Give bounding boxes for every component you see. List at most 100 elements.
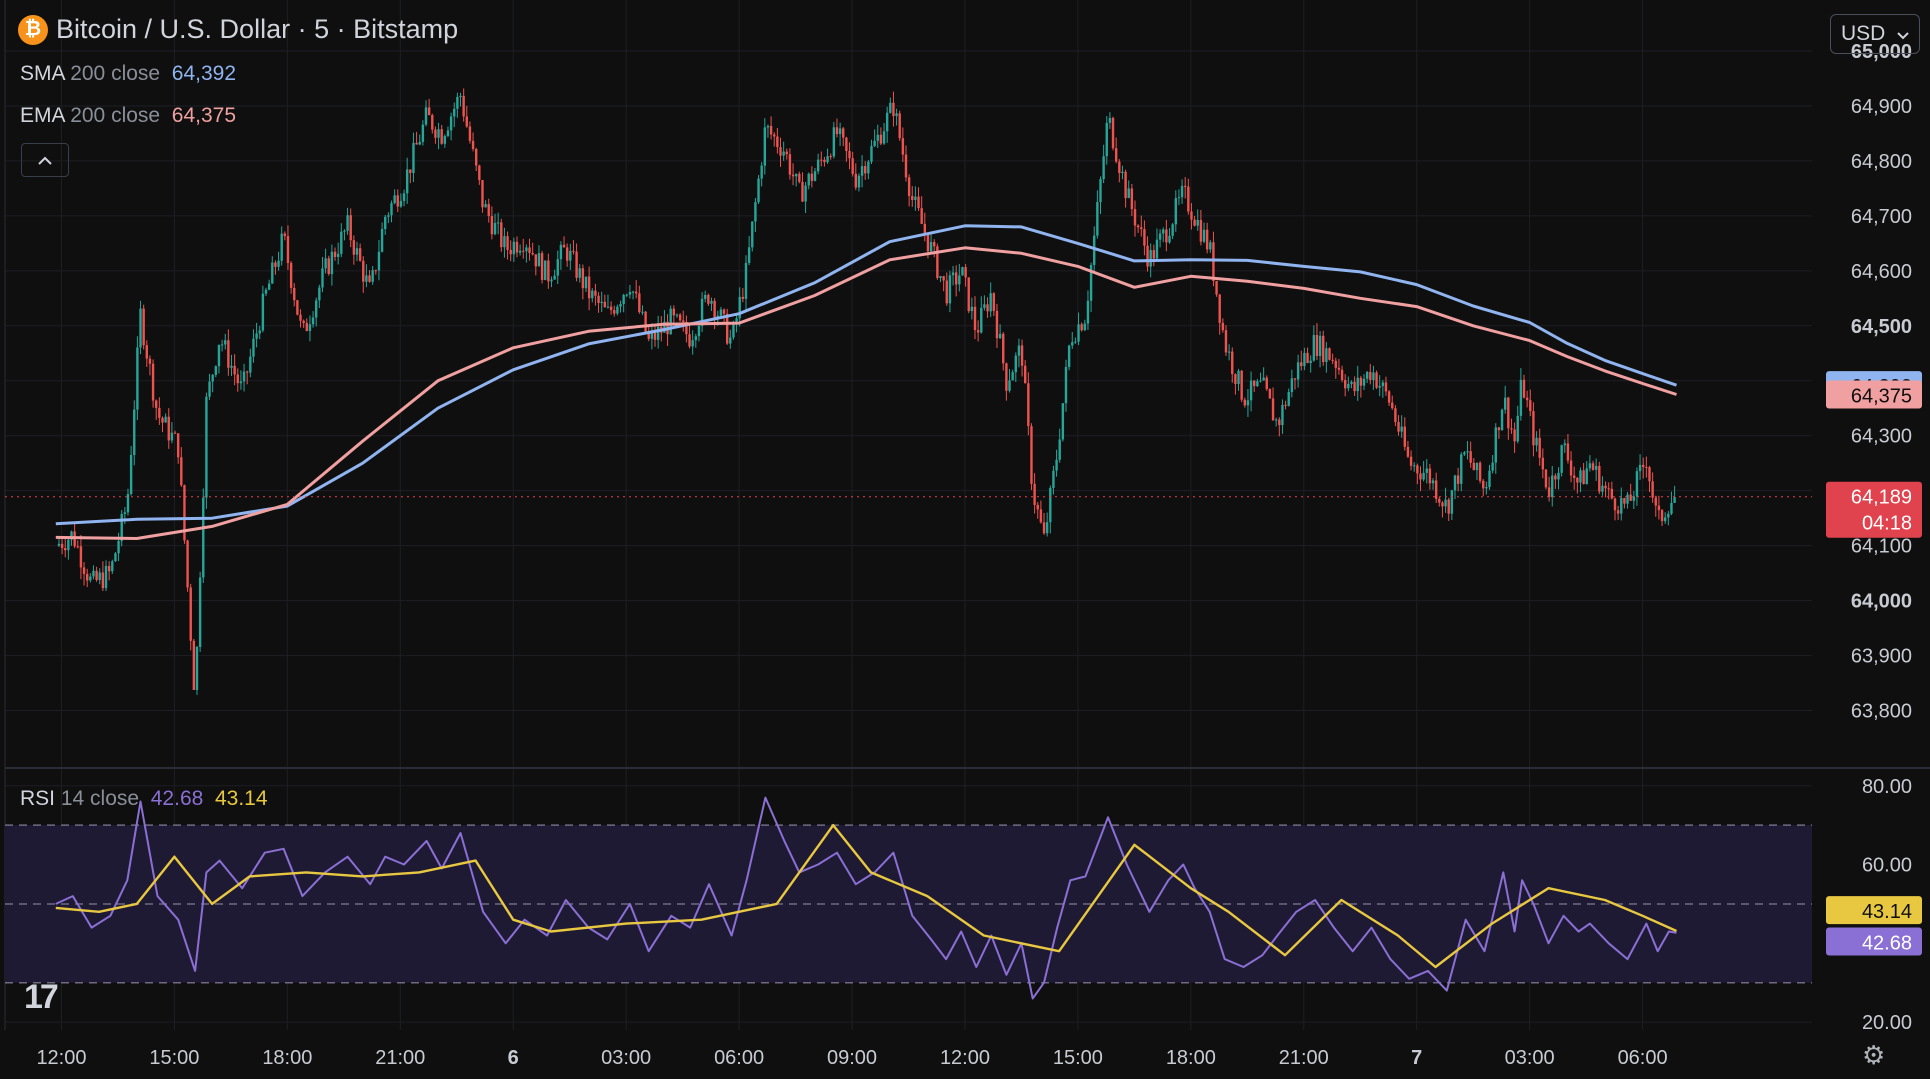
candle-body — [1005, 363, 1008, 391]
candle-body — [277, 260, 280, 267]
candle-body — [1265, 377, 1268, 390]
x-tick-label: 18:00 — [1166, 1047, 1216, 1069]
candle-body — [515, 241, 519, 253]
candle-body — [1588, 463, 1592, 469]
candle-body — [732, 322, 735, 338]
x-tick-label: 21:00 — [1279, 1047, 1329, 1069]
currency-select[interactable]: USD — [1830, 14, 1920, 54]
rsi-y-tick-label: 20.00 — [1862, 1012, 1912, 1034]
candle-body — [475, 148, 478, 166]
candle-body — [399, 200, 403, 207]
collapse-legend-button[interactable] — [21, 143, 69, 177]
candle-body — [744, 262, 748, 299]
candle-body — [537, 253, 541, 267]
candle-body — [1196, 219, 1199, 226]
candle-body — [161, 417, 164, 423]
candle-body — [123, 512, 127, 514]
candle-body — [973, 306, 977, 331]
candle-body — [1469, 451, 1472, 463]
candle-body — [534, 254, 538, 267]
candle-body — [634, 291, 638, 294]
candle-body — [1482, 480, 1485, 489]
candle-body — [804, 185, 807, 202]
candle-body — [1529, 400, 1532, 412]
candle-body — [1049, 487, 1052, 523]
candle-body — [145, 345, 148, 359]
candle-body — [747, 247, 751, 263]
candle-body — [456, 97, 459, 109]
candle-body — [1387, 391, 1391, 403]
candle-body — [983, 304, 986, 308]
candle-body — [415, 142, 418, 145]
candle-body — [613, 310, 616, 314]
candle-body — [286, 236, 290, 264]
sma-legend[interactable]: SMA 200 close 64,392 — [20, 62, 236, 86]
candle-body — [678, 314, 682, 321]
candle-body — [619, 303, 622, 307]
candle-body — [1369, 371, 1372, 381]
candle-body — [481, 180, 484, 208]
candle-body — [1158, 233, 1162, 240]
candle-body — [829, 156, 832, 158]
candle-body — [1337, 367, 1341, 370]
candle-body — [1020, 345, 1024, 366]
candle-body — [531, 252, 534, 255]
candle-body — [1114, 148, 1118, 162]
candle-body — [1099, 179, 1102, 203]
candle-body — [644, 311, 647, 333]
candle-body — [1485, 487, 1488, 489]
candle-body — [1532, 411, 1535, 446]
y-tick-label: 64,600 — [1851, 261, 1912, 283]
candle-body — [387, 215, 390, 217]
candle-body — [1488, 470, 1491, 488]
y-tick-label: 63,900 — [1851, 646, 1912, 668]
candle-body — [230, 365, 233, 368]
candle-body — [186, 540, 189, 588]
candle-body — [114, 553, 117, 562]
gear-icon[interactable]: ⚙ — [1862, 1040, 1885, 1071]
candle-body — [591, 290, 594, 299]
candle-body — [1638, 464, 1642, 472]
candle-body — [427, 107, 431, 116]
candle-body — [208, 381, 211, 397]
candle-body — [528, 247, 531, 253]
candle-body — [1177, 197, 1181, 199]
candle-body — [412, 142, 415, 173]
candle-body — [1566, 443, 1570, 461]
candle-body — [1409, 456, 1413, 466]
candle-body — [1353, 381, 1356, 392]
tradingview-logo-icon[interactable]: 17 — [24, 978, 59, 1017]
rsi-legend[interactable]: RSI 14 close 42.68 43.14 — [20, 787, 268, 811]
candle-body — [1613, 498, 1617, 511]
candle-body — [892, 102, 895, 117]
candle-body — [885, 112, 889, 132]
candle-body — [327, 258, 330, 274]
countdown-label: 04:18 — [1862, 513, 1912, 535]
candle-body — [421, 124, 425, 142]
ema-legend-name: EMA — [20, 104, 65, 127]
chart-canvas[interactable]: 65,00064,90064,80064,70064,60064,50064,4… — [0, 0, 1930, 1079]
ema-legend[interactable]: EMA 200 close 64,375 — [20, 104, 236, 128]
candle-body — [725, 313, 729, 344]
symbol-title-row[interactable]: ₿ Bitcoin / U.S. Dollar · 5 · Bitstamp — [18, 14, 458, 45]
candle-body — [1513, 429, 1516, 442]
candle-body — [462, 95, 465, 117]
candle-body — [1030, 426, 1033, 484]
y-tick-label: 64,100 — [1851, 536, 1912, 558]
candle-body — [1262, 377, 1265, 381]
candle-body — [67, 539, 70, 551]
candle-body — [920, 208, 923, 224]
candle-body — [136, 347, 139, 410]
candle-body — [1243, 399, 1247, 406]
bitcoin-icon: ₿ — [18, 14, 48, 45]
candle-body — [92, 570, 95, 577]
ema-price-badge-label: 64,375 — [1851, 386, 1912, 408]
candle-body — [76, 546, 79, 548]
candle-body — [280, 233, 283, 261]
candle-body — [1378, 386, 1381, 388]
candle-body — [1582, 470, 1585, 485]
candle-body — [1303, 352, 1306, 366]
candle-body — [951, 272, 955, 276]
candle-body — [1460, 454, 1463, 484]
candle-body — [653, 331, 657, 340]
